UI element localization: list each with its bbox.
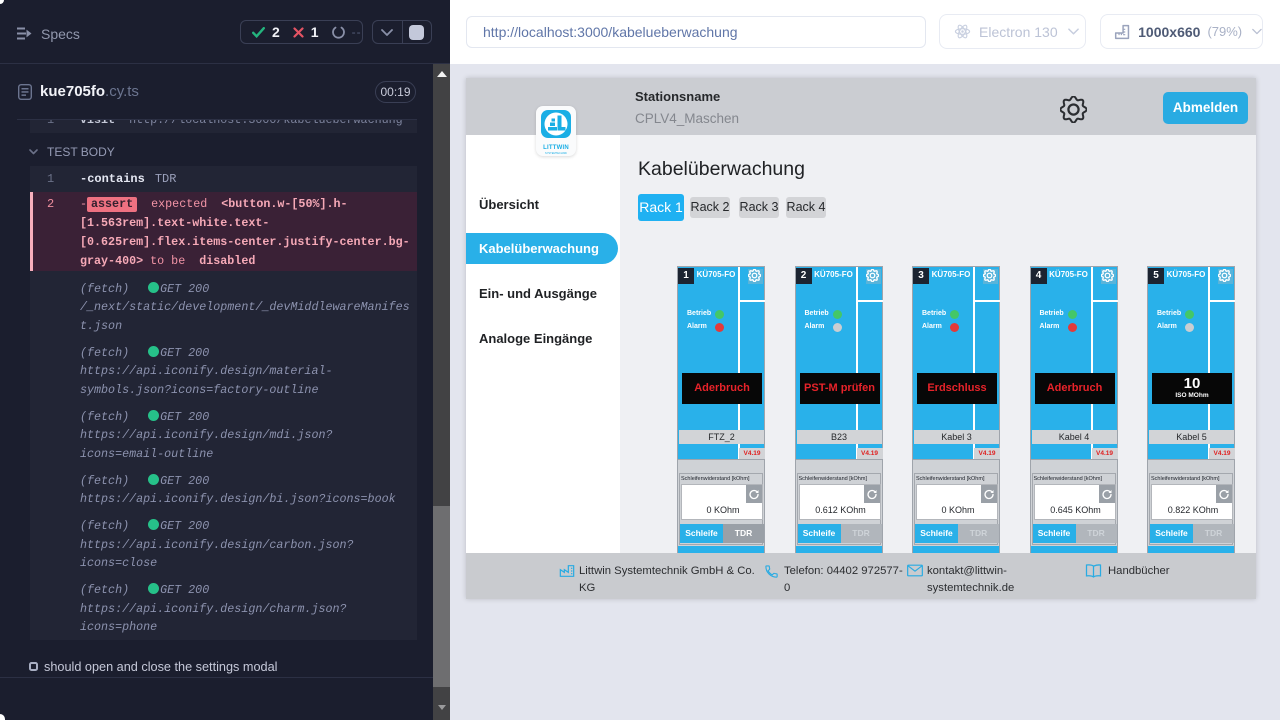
svg-text:LITTWIN: LITTWIN bbox=[543, 145, 569, 151]
svg-text:SYSTEMTECHNIK: SYSTEMTECHNIK bbox=[545, 151, 567, 155]
